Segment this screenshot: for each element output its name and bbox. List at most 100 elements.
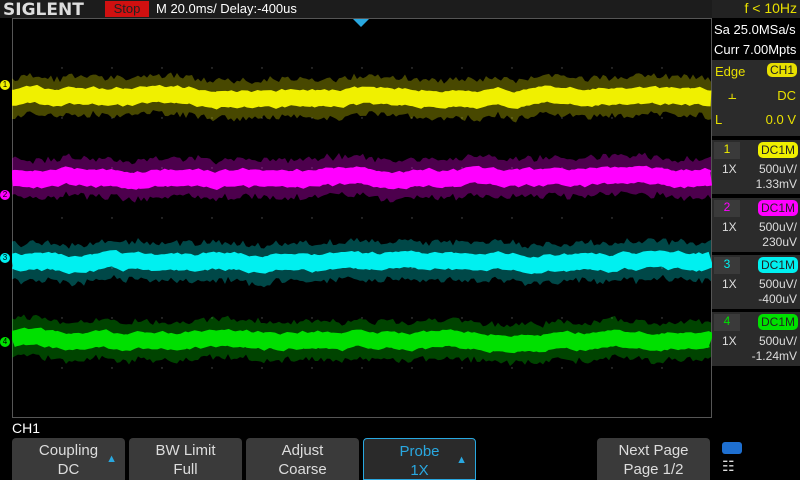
grid-dot: [161, 217, 163, 219]
grid-dot: [161, 317, 163, 319]
grid-dot: [261, 217, 263, 219]
grid-dot: [661, 367, 663, 369]
softkey-coupling[interactable]: Coupling DC ▲: [12, 438, 125, 480]
ch4-marker-icon[interactable]: 4: [0, 337, 10, 347]
grid-dot: [211, 367, 213, 369]
trigger-panel[interactable]: Edge CH1 ⫠ DC L 0.0 V: [712, 60, 800, 136]
ch3-trace: [12, 249, 712, 275]
right-panel: f < 10Hz Sa 25.0MSa/s Curr 7.00Mpts Edge…: [712, 0, 800, 480]
grid-dot: [411, 217, 413, 219]
timebase-readout[interactable]: M 20.0ms/ Delay:-400us: [156, 1, 297, 16]
acquisition-info: Sa 25.0MSa/s Curr 7.00Mpts: [712, 20, 800, 60]
ch2-trace: [12, 165, 712, 190]
channel-scale: 500uV/: [758, 220, 797, 234]
grid-dot: [461, 67, 463, 69]
channel-scale: 500uV/: [758, 334, 797, 348]
ch2-marker-icon[interactable]: 2: [0, 190, 10, 200]
grid-dot: [561, 367, 563, 369]
softkey-next-page[interactable]: Next Page Page 1/2: [597, 438, 710, 480]
grid-dot: [111, 367, 113, 369]
grid-dot: [161, 367, 163, 369]
softkey-adjust[interactable]: Adjust Coarse: [246, 438, 359, 480]
arrow-up-icon: ▲: [106, 453, 117, 465]
top-bar: SIGLENT Stop M 20.0ms/ Delay:-400us: [0, 0, 800, 20]
grid-dot: [511, 367, 513, 369]
grid-dot: [61, 367, 63, 369]
grid-dot: [361, 217, 363, 219]
grid-dot: [361, 367, 363, 369]
channel-4-info[interactable]: 4 DC1M 1X 500uV/ -1.24mV: [712, 312, 800, 366]
channel-number: 4: [714, 314, 740, 331]
waveform-display: [12, 67, 712, 369]
grid-dot: [461, 217, 463, 219]
grid-dot: [661, 217, 663, 219]
grid-dot: [311, 217, 313, 219]
grid-dot: [311, 317, 313, 319]
channel-offset: -1.24mV: [751, 349, 797, 363]
grid-dot: [261, 317, 263, 319]
softkey-label: Adjust: [281, 442, 324, 459]
grid-dot: [61, 317, 63, 319]
ch3-marker-icon[interactable]: 3: [0, 253, 10, 263]
grid-dot: [211, 67, 213, 69]
trigger-level: 0.0 V: [765, 112, 796, 127]
softkey-value: Full: [173, 461, 198, 478]
grid-dot: [411, 317, 413, 319]
channel-coupling: DC1M: [757, 257, 798, 273]
memory-depth: Curr 7.00Mpts: [714, 42, 797, 57]
grid-dot: [611, 217, 613, 219]
run-stop-status[interactable]: Stop: [105, 1, 149, 17]
grid-dot: [361, 317, 363, 319]
arrow-up-icon: ▲: [456, 454, 467, 466]
softkey-probe[interactable]: Probe 1X ▲: [363, 438, 476, 480]
rising-edge-icon: ⫠: [728, 86, 737, 102]
network-icon: ☷: [722, 458, 735, 474]
grid-dot: [611, 67, 613, 69]
sample-rate: Sa 25.0MSa/s: [714, 22, 796, 37]
channel-number: 2: [714, 200, 740, 217]
grid-dot: [561, 67, 563, 69]
grid-dot: [611, 117, 613, 119]
grid-dot: [561, 217, 563, 219]
grid-dot: [61, 67, 63, 69]
frequency-counter: f < 10Hz: [712, 0, 800, 18]
softkey-label: BW Limit: [155, 442, 216, 459]
channel-2-info[interactable]: 2 DC1M 1X 500uV/ 230uV: [712, 198, 800, 252]
grid-dot: [661, 317, 663, 319]
grid-dot: [561, 317, 563, 319]
grid-dot: [411, 367, 413, 369]
channel-probe: 1X: [722, 162, 737, 176]
grid-dot: [161, 117, 163, 119]
softkey-label: Next Page: [618, 442, 689, 459]
channel-scale: 500uV/: [758, 162, 797, 176]
grid-dot: [161, 67, 163, 69]
grid-dot: [661, 117, 663, 119]
channel-probe: 1X: [722, 220, 737, 234]
ch1-marker-icon[interactable]: 1: [0, 80, 10, 90]
trigger-coupling: DC: [777, 88, 796, 103]
channel-coupling: DC1M: [757, 200, 798, 216]
channel-number: 1: [714, 142, 740, 159]
siglent-logo: SIGLENT: [3, 0, 84, 20]
grid-dot: [511, 67, 513, 69]
channel-3-info[interactable]: 3 DC1M 1X 500uV/ -400uV: [712, 255, 800, 309]
ch1-trace: [12, 84, 712, 110]
trigger-level-label: L: [715, 112, 723, 127]
grid-dot: [61, 117, 63, 119]
grid-dot: [261, 367, 263, 369]
menu-title: CH1: [12, 420, 41, 436]
channel-probe: 1X: [722, 277, 737, 291]
ch4-trace: [12, 327, 712, 354]
grid-dot: [511, 217, 513, 219]
grid-dot: [661, 67, 663, 69]
softkey-bw-limit[interactable]: BW Limit Full: [129, 438, 242, 480]
grid-dot: [511, 317, 513, 319]
channel-number: 3: [714, 257, 740, 274]
channel-scale: 500uV/: [758, 277, 797, 291]
grid-dot: [111, 67, 113, 69]
usb-device-icon: [722, 442, 742, 454]
channel-offset: 230uV: [762, 235, 797, 249]
channel-1-info[interactable]: 1 DC1M 1X 500uV/ 1.33mV: [712, 140, 800, 194]
grid-dot: [461, 317, 463, 319]
grid-dot: [611, 367, 613, 369]
